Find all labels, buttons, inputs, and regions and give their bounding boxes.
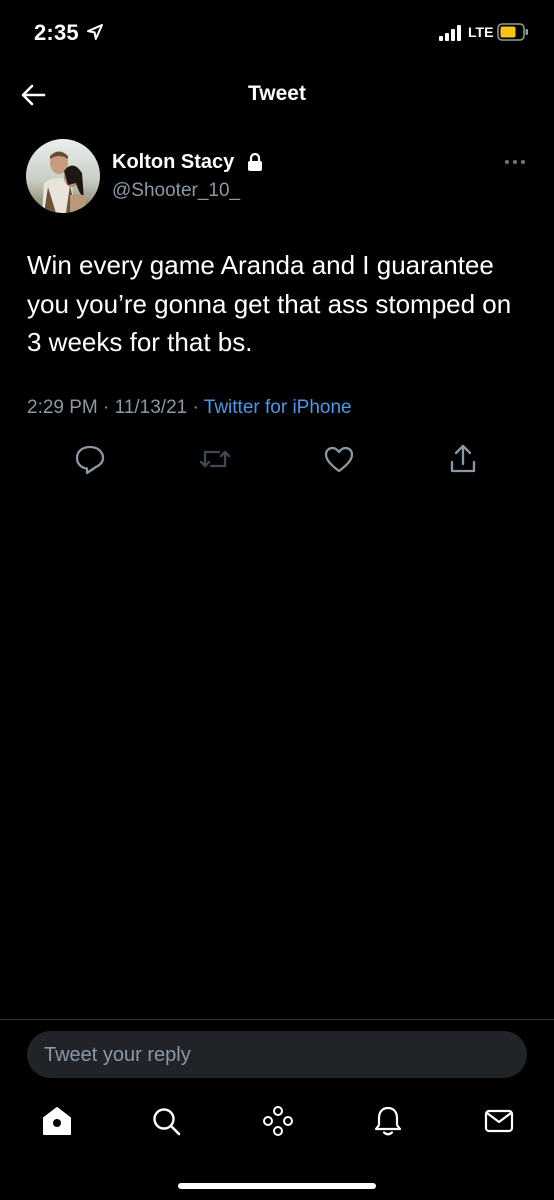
nav-header: Tweet	[0, 66, 554, 124]
meta-separator: ·	[187, 397, 204, 418]
tweet-meta: 2:29 PM · 11/13/21 · Twitter for iPhone	[27, 397, 352, 419]
page-title: Tweet	[248, 82, 306, 105]
cellular-signal-icon	[439, 25, 461, 41]
reply-divider	[0, 1019, 554, 1020]
home-icon[interactable]	[40, 1104, 74, 1138]
more-options-icon[interactable]	[500, 152, 530, 172]
author-handle[interactable]: @Shooter_10_	[112, 180, 240, 202]
share-icon[interactable]	[443, 441, 483, 477]
reply-placeholder: Tweet your reply	[44, 1044, 191, 1066]
author-avatar[interactable]	[26, 139, 100, 213]
lock-icon	[248, 152, 262, 171]
status-time: 2:35	[34, 20, 79, 45]
messages-icon[interactable]	[482, 1104, 516, 1138]
location-arrow-icon	[87, 24, 103, 40]
notifications-icon[interactable]	[371, 1104, 405, 1138]
reply-input[interactable]: Tweet your reply	[27, 1031, 527, 1078]
battery-icon	[497, 23, 528, 41]
like-icon[interactable]	[319, 441, 359, 477]
author-name[interactable]: Kolton Stacy	[112, 151, 234, 174]
search-icon[interactable]	[149, 1104, 183, 1138]
retweet-icon	[199, 450, 231, 468]
reply-icon[interactable]	[70, 441, 110, 477]
tweet-text: Win every game Aranda and I guarantee yo…	[27, 250, 512, 357]
meta-separator: ·	[97, 397, 115, 418]
tweet-source-link[interactable]: Twitter for iPhone	[204, 397, 352, 418]
spaces-icon[interactable]	[261, 1104, 295, 1138]
home-indicator[interactable]	[178, 1183, 376, 1189]
tweet-detail-screen: 2:35 LTE Tweet Kolton Stacy @Shooter_10_…	[0, 0, 554, 1200]
network-type: LTE	[468, 24, 494, 40]
tweet-time: 2:29 PM	[27, 397, 98, 418]
status-bar: 2:35 LTE	[0, 0, 554, 66]
tweet-date: 11/13/21	[114, 397, 188, 418]
